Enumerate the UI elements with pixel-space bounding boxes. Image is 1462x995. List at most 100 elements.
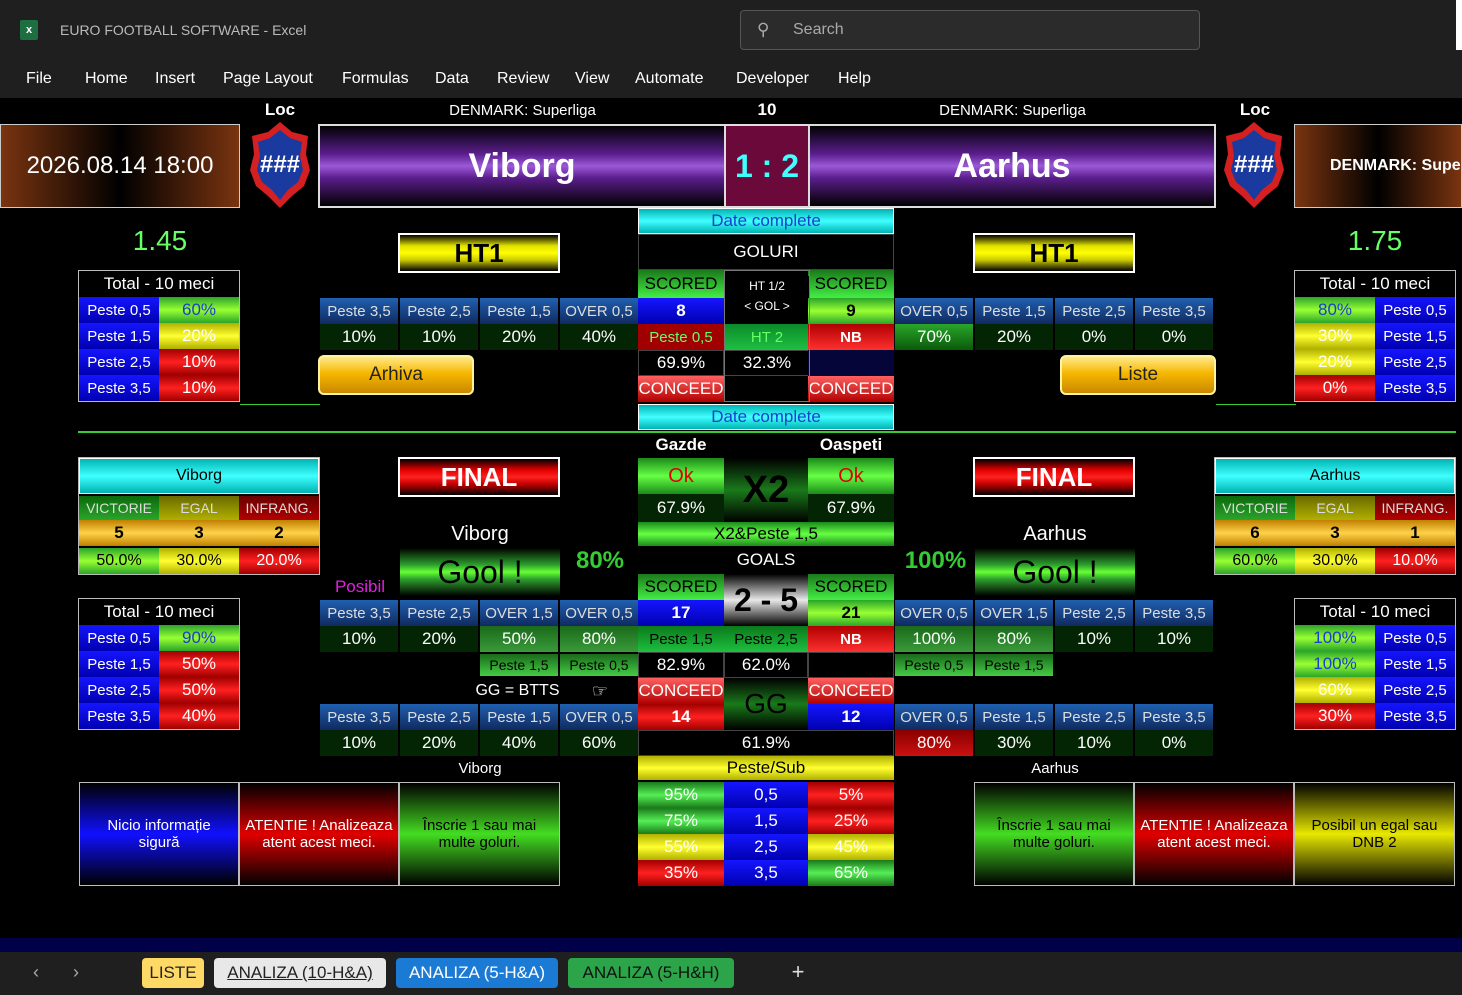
tab-liste[interactable]: LISTE <box>142 958 204 988</box>
total-value: 20% <box>159 323 239 349</box>
advice-home-1: Nicio informație sigură <box>79 782 239 886</box>
menu-help[interactable]: Help <box>838 70 871 88</box>
tab-analiza-10-ha[interactable]: ANALIZA (10-H&A) <box>214 958 386 988</box>
final-label-away: FINAL <box>973 457 1135 497</box>
scored-home-hdr: OVER 1,5 <box>480 600 558 626</box>
conceded-away-val: 10% <box>1055 730 1133 756</box>
menu-insert[interactable]: Insert <box>155 70 195 88</box>
total-label: Peste 3,5 <box>1375 703 1455 729</box>
home-odds: 1.45 <box>132 225 188 256</box>
menu-file[interactable]: File <box>26 70 52 88</box>
menu-review[interactable]: Review <box>497 70 549 88</box>
total-value: 100% <box>1295 625 1375 651</box>
sheet-bottom-strip <box>0 938 1462 952</box>
liste-button[interactable]: Liste <box>1060 355 1216 395</box>
scored-label-home: SCORED <box>638 270 724 298</box>
total-label: Peste 1,5 <box>1375 651 1455 677</box>
date-complete-final[interactable]: Date complete <box>638 404 894 430</box>
total-value: 90% <box>159 625 239 651</box>
final-away-scored: 21 <box>808 600 894 626</box>
tab-analiza-5-hh[interactable]: ANALIZA (5-H&H) <box>568 958 734 988</box>
total-value: 0% <box>1295 375 1375 401</box>
conceded-away-hdr: Peste 3,5 <box>1135 704 1213 730</box>
badge-right-text: ### <box>1233 151 1275 178</box>
scrollbar-right[interactable] <box>1456 0 1462 50</box>
total-label: Peste 1,5 <box>79 651 159 677</box>
count-egal: 3 <box>194 523 204 542</box>
advice-away-label: Aarhus <box>1031 759 1079 777</box>
ht-home-hdr: Peste 2,5 <box>400 298 478 324</box>
menu-view[interactable]: View <box>575 70 609 88</box>
hand-pointer-icon[interactable]: ☞ <box>586 680 614 702</box>
ht-away-hdr: Peste 3,5 <box>1135 298 1213 324</box>
peste-line: 3,5 <box>724 860 808 886</box>
total-box-away-bottom: Total - 10 meci 100% Peste 0,5 100% Pest… <box>1294 598 1456 730</box>
menu-automate[interactable]: Automate <box>635 70 703 88</box>
conceded-away-hdr: Peste 2,5 <box>1055 704 1133 730</box>
menu-data[interactable]: Data <box>435 70 469 88</box>
add-sheet-icon[interactable]: + <box>786 960 810 984</box>
tab-analiza-5-ha[interactable]: ANALIZA (5-H&A) <box>396 958 558 988</box>
ht-away-val: 70% <box>895 324 973 350</box>
scored-home-small: Peste 1,5 <box>480 654 558 676</box>
final-home-conceded: 14 <box>638 704 724 730</box>
scored-home-small: Peste 0,5 <box>560 654 638 676</box>
menu-formulas[interactable]: Formulas <box>342 70 409 88</box>
gg-pct: 61.9% <box>638 730 894 756</box>
loc-label-right: Loc <box>1239 100 1271 119</box>
menu-home[interactable]: Home <box>85 70 128 88</box>
advice-home-3: Înscrie 1 sau mai multe goluri. <box>399 782 560 886</box>
menu-page-layout[interactable]: Page Layout <box>223 70 313 88</box>
gool-away: Gool ! <box>975 548 1135 596</box>
conceded-home-hdr: Peste 3,5 <box>320 704 398 730</box>
scored-home-val: 80% <box>560 626 638 652</box>
x2-peste-line: X2&Peste 1,5 <box>638 522 894 546</box>
ht-home-hdr: Peste 3,5 <box>320 298 398 324</box>
conceded-away-val: 0% <box>1135 730 1213 756</box>
team-box-away: Aarhus VICTORIE EGAL INFRANG. 6 3 1 60.0… <box>1214 457 1456 575</box>
ht-score: 1 : 2 <box>724 124 810 208</box>
excel-logo-icon: x <box>20 20 38 40</box>
col-egal: EGAL <box>159 496 239 520</box>
date-complete-ht[interactable]: Date complete <box>638 208 894 234</box>
conceded-home-hdr: Peste 1,5 <box>480 704 558 730</box>
total-value: 60% <box>159 297 239 323</box>
scored-final-home: SCORED <box>638 574 724 600</box>
scored-home-val: 50% <box>480 626 558 652</box>
peste-line: 1,5 <box>724 808 808 834</box>
ht-away-scored: 9 <box>808 298 894 324</box>
total-value: 100% <box>1295 651 1375 677</box>
tab-scroll-left-icon[interactable]: ‹ <box>24 960 48 984</box>
conceded-away-hdr: Peste 1,5 <box>975 704 1053 730</box>
scored-home-hdr: Peste 3,5 <box>320 600 398 626</box>
section-divider <box>78 431 1456 433</box>
scored-away-hdr: Peste 2,5 <box>1055 600 1133 626</box>
total-value: 30% <box>1295 323 1375 349</box>
final-pct-a: 82.9% <box>638 652 724 678</box>
search-box[interactable]: ⚲ Search <box>740 10 1200 50</box>
col-egal: EGAL <box>1295 496 1375 520</box>
total-label: Peste 2,5 <box>1375 349 1455 375</box>
conceed-label-away: CONCEED <box>808 376 894 402</box>
final-peste15: Peste 1,5 <box>638 626 724 652</box>
league-left: DENMARK: Superliga <box>449 101 596 119</box>
tab-scroll-right-icon[interactable]: › <box>64 960 88 984</box>
conceded-home-val: 10% <box>320 730 398 756</box>
right-league-box: DENMARK: Supe <box>1294 124 1462 208</box>
ht-away-hdr: Peste 2,5 <box>1055 298 1133 324</box>
scored-away-hdr: OVER 0,5 <box>895 600 973 626</box>
total-box-home-bottom: Total - 10 meci Peste 0,5 90% Peste 1,5 … <box>78 598 240 730</box>
scored-home-val: 20% <box>400 626 478 652</box>
menu-developer[interactable]: Developer <box>736 70 809 88</box>
gg-btts-label: GG = BTTS <box>475 682 560 699</box>
count-infrang: 2 <box>274 523 284 542</box>
conceded-home-val: 40% <box>480 730 558 756</box>
arhiva-button[interactable]: Arhiva <box>318 355 474 395</box>
ht-home-val: 10% <box>320 324 398 350</box>
final-empty-cell <box>808 652 894 678</box>
scored-home-hdr: Peste 2,5 <box>400 600 478 626</box>
ok-home: Ok <box>638 458 724 494</box>
advice-away-2: ATENTIE ! Analizeaza atent acest meci. <box>1134 782 1294 886</box>
total-value: 80% <box>1295 297 1375 323</box>
scored-home-hdr: OVER 0,5 <box>560 600 638 626</box>
